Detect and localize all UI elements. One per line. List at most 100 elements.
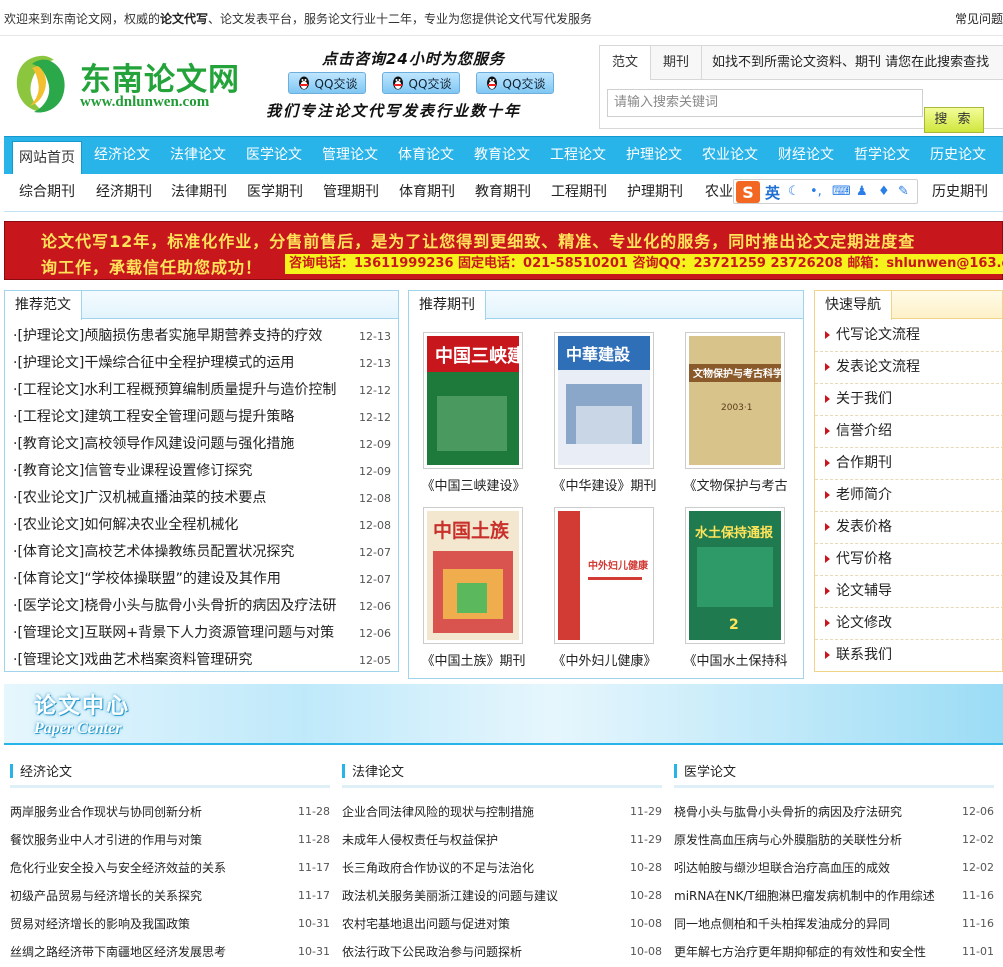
- list-item[interactable]: 餐饮服务业中人才引进的作用与对策 11-28: [10, 826, 330, 854]
- journal-caption[interactable]: 《文物保护与考古: [673, 475, 798, 494]
- list-item[interactable]: ·[教育论文]高校领导作风建设问题与强化措施 12-09: [13, 431, 393, 458]
- qq-chat-button-1[interactable]: QQ交谈: [288, 72, 366, 94]
- top-bar: 欢迎来到东南论文网，权威的论文代写、论文发表平台，服务论文行业十二年，专业为您提…: [0, 0, 1003, 36]
- nav-economics[interactable]: 经济论文: [84, 137, 160, 174]
- journal-cover[interactable]: 水土保持通报 2: [685, 507, 785, 644]
- nav-law[interactable]: 法律论文: [160, 137, 236, 174]
- list-item[interactable]: ·[工程论文]水利工程概预算编制质量提升与造价控制 12-12: [13, 377, 393, 404]
- nav-engineering[interactable]: 工程论文: [540, 137, 616, 174]
- list-item[interactable]: 更年解七方治疗更年期抑郁症的有效性和安全性 11-01: [674, 938, 994, 966]
- list-item[interactable]: ·[体育论文]“学校体操联盟”的建设及其作用 12-07: [13, 566, 393, 593]
- nav-journal-education[interactable]: 教育期刊: [465, 174, 541, 211]
- qq-chat-button-2[interactable]: QQ交谈: [382, 72, 460, 94]
- nav-agriculture[interactable]: 农业论文: [692, 137, 768, 174]
- journal-caption[interactable]: 《中华建设》期刊: [542, 475, 667, 494]
- user-icon[interactable]: ♟: [856, 184, 868, 199]
- promo-banner[interactable]: 论文代写12年，标准化作业，分售前售后，是为了让您得到更细致、精准、专业化的服务…: [4, 221, 1003, 280]
- journal-cover[interactable]: 中外妇儿健康: [554, 507, 654, 644]
- journal-caption[interactable]: 《中外妇儿健康》: [542, 650, 667, 669]
- journal-cover[interactable]: 中国土族: [423, 507, 523, 644]
- list-item[interactable]: ·[农业论文]如何解决农业全程机械化 12-08: [13, 512, 393, 539]
- list-item[interactable]: ·[体育论文]高校艺术体操教练员配置状况探究 12-07: [13, 539, 393, 566]
- skin-shirt-icon[interactable]: ♦: [878, 184, 890, 199]
- list-item[interactable]: 企业合同法律风险的现状与控制措施 11-29: [342, 798, 662, 826]
- nav-education[interactable]: 教育论文: [464, 137, 540, 174]
- list-item[interactable]: 原发性高血压病与心外膜脂肪的关联性分析 12-02: [674, 826, 994, 854]
- qq-chat-button-3[interactable]: QQ交谈: [476, 72, 554, 94]
- nav-journal-management[interactable]: 管理期刊: [313, 174, 389, 211]
- ime-toolbar[interactable]: S 英 ☾ •, ⌨ ♟ ♦ ✎: [733, 179, 918, 204]
- journal-cover[interactable]: 中国三峡建设: [423, 332, 543, 469]
- list-item[interactable]: ·[医学论文]桡骨小头与肱骨小头骨折的病因及疗法研 12-06: [13, 593, 393, 620]
- journal-caption[interactable]: 《中国水土保持科: [673, 650, 798, 669]
- quick-nav-item[interactable]: 联系我们: [815, 640, 1003, 672]
- list-item[interactable]: ·[管理论文]互联网+背景下人力资源管理问题与对策 12-06: [13, 620, 393, 647]
- nav-philosophy[interactable]: 哲学论文: [844, 137, 920, 174]
- list-item[interactable]: 未成年人侵权责任与权益保护 11-29: [342, 826, 662, 854]
- quick-nav-item[interactable]: 合作期刊: [815, 448, 1003, 480]
- list-item[interactable]: 丝绸之路经济带下南疆地区经济发展思考 10-31: [10, 938, 330, 966]
- list-item[interactable]: ·[护理论文]干燥综合征中全程护理模式的运用 12-13: [13, 350, 393, 377]
- journal-cover[interactable]: 中華建設: [554, 332, 654, 469]
- quick-nav-item[interactable]: 关于我们: [815, 384, 1003, 416]
- nav-journal-general[interactable]: 综合期刊: [12, 174, 82, 211]
- site-logo[interactable]: 东南论文网 www.dnlunwen.com: [10, 52, 250, 118]
- nav-journal-law[interactable]: 法律期刊: [161, 174, 237, 211]
- list-item[interactable]: ·[农业论文]广汉机械直播油菜的技术要点 12-08: [13, 485, 393, 512]
- column-title[interactable]: 医学论文: [684, 761, 736, 780]
- nav-journal-history[interactable]: 历史期刊: [922, 174, 998, 211]
- list-item[interactable]: 依法行政下公民政治参与问题探析 10-08: [342, 938, 662, 966]
- quick-nav-item[interactable]: 发表价格: [815, 512, 1003, 544]
- list-item[interactable]: 农村宅基地退出问题与促进对策 10-08: [342, 910, 662, 938]
- search-input[interactable]: 请输入搜索关键词: [607, 89, 923, 117]
- list-item[interactable]: 政法机关服务美丽浙江建设的问题与建议 10-28: [342, 882, 662, 910]
- search-tab-fanwen[interactable]: 范文: [600, 46, 650, 81]
- nav-management[interactable]: 管理论文: [312, 137, 388, 174]
- list-item[interactable]: 危化行业安全投入与安全经济效益的关系 11-17: [10, 854, 330, 882]
- list-item[interactable]: 同一地点侧柏和千头柏挥发油成分的异同 11-16: [674, 910, 994, 938]
- quick-nav-item[interactable]: 老师简介: [815, 480, 1003, 512]
- quick-nav-item[interactable]: 论文辅导: [815, 576, 1003, 608]
- list-item[interactable]: miRNA在NK/T细胞淋巴瘤发病机制中的作用综述 11-16: [674, 882, 994, 910]
- nav-medicine[interactable]: 医学论文: [236, 137, 312, 174]
- list-item[interactable]: 两岸服务业合作现状与协同创新分析 11-28: [10, 798, 330, 826]
- nav-journal-medicine[interactable]: 医学期刊: [237, 174, 313, 211]
- quick-nav-item[interactable]: 论文修改: [815, 608, 1003, 640]
- list-item[interactable]: 长三角政府合作协议的不足与法治化 10-28: [342, 854, 662, 882]
- consult-area: 点击咨询24小时为您服务 QQ交谈 QQ交谈 QQ交谈 我们专注论文代写发表行业…: [262, 46, 582, 126]
- nav-home[interactable]: 网站首页: [12, 141, 82, 174]
- nav-history[interactable]: 历史论文: [920, 137, 996, 174]
- list-item[interactable]: 桡骨小头与肱骨小头骨折的病因及疗法研究 12-06: [674, 798, 994, 826]
- nav-finance[interactable]: 财经论文: [768, 137, 844, 174]
- quick-nav-item[interactable]: 发表论文流程: [815, 352, 1003, 384]
- list-item[interactable]: 贸易对经济增长的影响及我国政策 10-31: [10, 910, 330, 938]
- faq-link[interactable]: 常见问题: [955, 10, 1003, 27]
- list-item[interactable]: 吲达帕胺与缬沙坦联合治疗高血压的成效 12-02: [674, 854, 994, 882]
- quick-nav-item[interactable]: 代写价格: [815, 544, 1003, 576]
- list-item[interactable]: ·[护理论文]颅脑损伤患者实施早期营养支持的疗效 12-13: [13, 323, 393, 350]
- quick-nav-item[interactable]: 代写论文流程: [815, 320, 1003, 352]
- journal-cover[interactable]: 文物保护与考古科学 2003·1: [685, 332, 785, 469]
- wrench-icon[interactable]: ✎: [898, 184, 909, 199]
- quick-nav-item[interactable]: 信誉介绍: [815, 416, 1003, 448]
- moon-icon[interactable]: ☾: [788, 184, 800, 199]
- nav-journal-economics[interactable]: 经济期刊: [86, 174, 162, 211]
- list-item[interactable]: ·[教育论文]信管专业课程设置修订探究 12-09: [13, 458, 393, 485]
- search-tab-qikan[interactable]: 期刊: [650, 46, 702, 80]
- list-item[interactable]: 初级产品贸易与经济增长的关系探究 11-17: [10, 882, 330, 910]
- list-item[interactable]: ·[管理论文]戏曲艺术档案资料管理研究 12-05: [13, 647, 393, 674]
- column-title[interactable]: 法律论文: [352, 761, 404, 780]
- journal-caption[interactable]: 《中国三峡建设》: [411, 475, 536, 494]
- column-title[interactable]: 经济论文: [20, 761, 72, 780]
- nav-journal-nursing[interactable]: 护理期刊: [617, 174, 693, 211]
- list-item[interactable]: ·[工程论文]建筑工程安全管理问题与提升策略 12-12: [13, 404, 393, 431]
- journal-caption[interactable]: 《中国土族》期刊: [411, 650, 536, 669]
- search-button[interactable]: 搜 索: [924, 107, 984, 133]
- ime-lang-label[interactable]: 英: [765, 182, 780, 203]
- nav-journal-engineering[interactable]: 工程期刊: [541, 174, 617, 211]
- nav-journal-sports[interactable]: 体育期刊: [389, 174, 465, 211]
- punctuation-icon[interactable]: •,: [810, 184, 822, 199]
- keyboard-icon[interactable]: ⌨: [832, 184, 851, 199]
- nav-sports[interactable]: 体育论文: [388, 137, 464, 174]
- nav-nursing[interactable]: 护理论文: [616, 137, 692, 174]
